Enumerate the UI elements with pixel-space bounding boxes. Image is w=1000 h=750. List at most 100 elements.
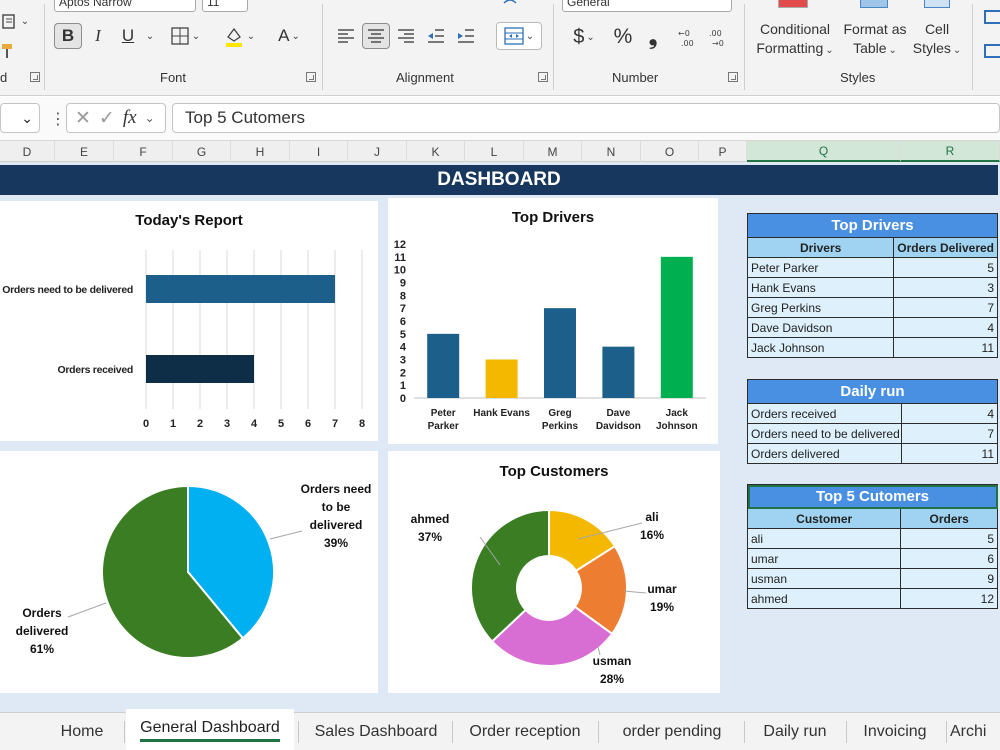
table-title[interactable]: Top Drivers	[747, 213, 998, 238]
column-header[interactable]: O	[641, 141, 699, 162]
table-header-cell[interactable]: Orders	[900, 508, 998, 529]
table-cell[interactable]: Orders need to be delivered	[747, 423, 902, 444]
comma-style-button[interactable]: ❟	[642, 24, 664, 50]
align-center-icon[interactable]	[362, 23, 390, 49]
fill-color-icon[interactable]: ⌄	[218, 23, 260, 49]
column-header[interactable]: H	[231, 141, 290, 162]
column-header-selected[interactable]: R	[901, 141, 1000, 162]
table-cell[interactable]: ahmed	[746, 588, 902, 609]
table-cell[interactable]: Orders received	[747, 403, 902, 424]
table-cell[interactable]: 11	[893, 337, 998, 358]
sheet-tab-sales-dashboard[interactable]: Sales Dashboard	[302, 713, 450, 750]
table-cell[interactable]: 6	[900, 548, 998, 569]
fx-dropdown-icon[interactable]: ⌄	[145, 111, 155, 125]
italic-button[interactable]: I	[88, 23, 108, 49]
table-cell[interactable]: 4	[893, 317, 998, 338]
decrease-decimal-icon[interactable]: .00 →0	[704, 24, 732, 50]
bold-button[interactable]: B	[54, 23, 82, 49]
column-header[interactable]: M	[524, 141, 582, 162]
table-cell[interactable]: ali	[746, 528, 902, 549]
table-cell[interactable]: 5	[893, 257, 998, 278]
table-title[interactable]: Daily run	[747, 379, 998, 404]
insert-cells-icon[interactable]	[984, 10, 1000, 24]
cell-styles-button[interactable]: Cell Styles ⌄	[908, 0, 966, 66]
todays-report-chart[interactable]: Today's Report 0 1 2 3 4 5 6 7 8 Orders need to b…	[0, 201, 378, 441]
sheet-tab-invoicing[interactable]: Invoicing	[848, 713, 942, 750]
alignment-launcher-icon[interactable]	[538, 72, 548, 82]
sheet-tab-archive[interactable]: Archi	[950, 713, 1000, 750]
column-header[interactable]: G	[173, 141, 231, 162]
table-header-cell[interactable]: Drivers	[746, 237, 895, 258]
more-options-icon[interactable]: ⋮	[50, 109, 66, 129]
wrap-text-icon[interactable]	[500, 0, 520, 18]
column-header[interactable]: K	[407, 141, 465, 162]
format-as-table-button[interactable]: Format as Table ⌄	[840, 0, 910, 66]
insert-function-button[interactable]: fx	[123, 107, 137, 129]
table-cell[interactable]: 5	[900, 528, 998, 549]
align-left-icon[interactable]	[334, 23, 358, 49]
table-header-cell[interactable]: Customer	[746, 508, 902, 529]
decrease-indent-icon[interactable]	[424, 23, 448, 49]
table-cell[interactable]: 4	[901, 403, 998, 424]
column-header[interactable]: E	[55, 141, 114, 162]
paste-format-icon[interactable]: ⌄	[0, 8, 30, 34]
top-drivers-chart[interactable]: Top Drivers 0 1 2 3 4 5 6 7 8 9 10 11 12 Peter Parker H…	[388, 198, 718, 444]
table-cell[interactable]: 9	[900, 568, 998, 589]
merge-center-icon[interactable]: ⌄	[496, 22, 542, 50]
number-launcher-icon[interactable]	[728, 72, 738, 82]
conditional-formatting-button[interactable]: Conditional Formatting ⌄	[750, 0, 840, 66]
name-box-dropdown[interactable]: ⌄	[0, 103, 40, 133]
sheet-tab-home[interactable]: Home	[44, 713, 120, 750]
column-header[interactable]: D	[0, 141, 55, 162]
top-customers-chart[interactable]: Top Customers ali 16% umar 19% usman 28% ahmed…	[388, 451, 720, 693]
table-cell[interactable]: umar	[746, 548, 902, 569]
table-cell[interactable]: 7	[901, 423, 998, 444]
column-header[interactable]: N	[582, 141, 641, 162]
sheet-tab-order-reception[interactable]: Order reception	[454, 713, 596, 750]
font-color-icon[interactable]: A ⌄	[270, 23, 308, 49]
table-cell[interactable]: 12	[900, 588, 998, 609]
column-header[interactable]: I	[290, 141, 348, 162]
table-cell[interactable]: Greg Perkins	[746, 297, 895, 318]
increase-decimal-icon[interactable]: ←0.00	[674, 24, 702, 50]
orders-pie-chart[interactable]: Orders need to be delivered 39% Orders delive…	[0, 451, 378, 693]
format-painter-icon[interactable]	[0, 38, 14, 64]
clipboard-group-label-fragment: d	[0, 70, 8, 85]
percent-button[interactable]: %	[610, 24, 636, 50]
number-format-combo[interactable]: General	[562, 0, 732, 12]
formula-input[interactable]: Top 5 Cutomers	[172, 103, 1000, 133]
font-launcher-icon[interactable]	[306, 72, 316, 82]
sheet-tab-order-pending[interactable]: order pending	[600, 713, 744, 750]
table-cell[interactable]: 7	[893, 297, 998, 318]
borders-icon[interactable]: ⌄	[166, 23, 204, 49]
sheet-tab-daily-run[interactable]: Daily run	[746, 713, 844, 750]
cancel-icon[interactable]: ✕	[75, 107, 91, 130]
table-cell[interactable]: usman	[746, 568, 902, 589]
sheet-tab-general-dashboard[interactable]: General Dashboard	[126, 709, 294, 750]
column-header[interactable]: J	[348, 141, 407, 162]
column-header[interactable]: L	[465, 141, 524, 162]
underline-dropdown-icon[interactable]: ⌄	[142, 23, 156, 49]
table-cell[interactable]: Hank Evans	[746, 277, 895, 298]
column-header-selected[interactable]: Q	[747, 141, 901, 162]
table-cell[interactable]: Peter Parker	[746, 257, 895, 278]
column-header[interactable]: F	[114, 141, 173, 162]
currency-button[interactable]: $ ⌄	[564, 24, 604, 50]
table-cell[interactable]: 3	[893, 277, 998, 298]
column-header[interactable]: P	[699, 141, 747, 162]
clipboard-launcher-icon[interactable]	[30, 72, 40, 82]
align-right-icon[interactable]	[394, 23, 418, 49]
table-cell[interactable]: 11	[901, 443, 998, 464]
increase-indent-icon[interactable]	[454, 23, 478, 49]
enter-icon[interactable]: ✓	[99, 107, 115, 130]
table-cell[interactable]: Orders delivered	[747, 443, 902, 464]
y-tick-label: 2	[400, 367, 406, 379]
delete-cells-icon[interactable]	[984, 44, 1000, 58]
table-header-cell[interactable]: Orders Delivered	[893, 237, 998, 258]
font-name-combo[interactable]: Aptos Narrow	[54, 0, 196, 12]
table-title-selected-cell[interactable]: Top 5 Cutomers	[747, 484, 998, 509]
table-cell[interactable]: Jack Johnson	[746, 337, 895, 358]
font-size-combo[interactable]: 11	[202, 0, 248, 12]
underline-button[interactable]: U	[116, 23, 140, 49]
table-cell[interactable]: Dave Davidson	[746, 317, 895, 338]
